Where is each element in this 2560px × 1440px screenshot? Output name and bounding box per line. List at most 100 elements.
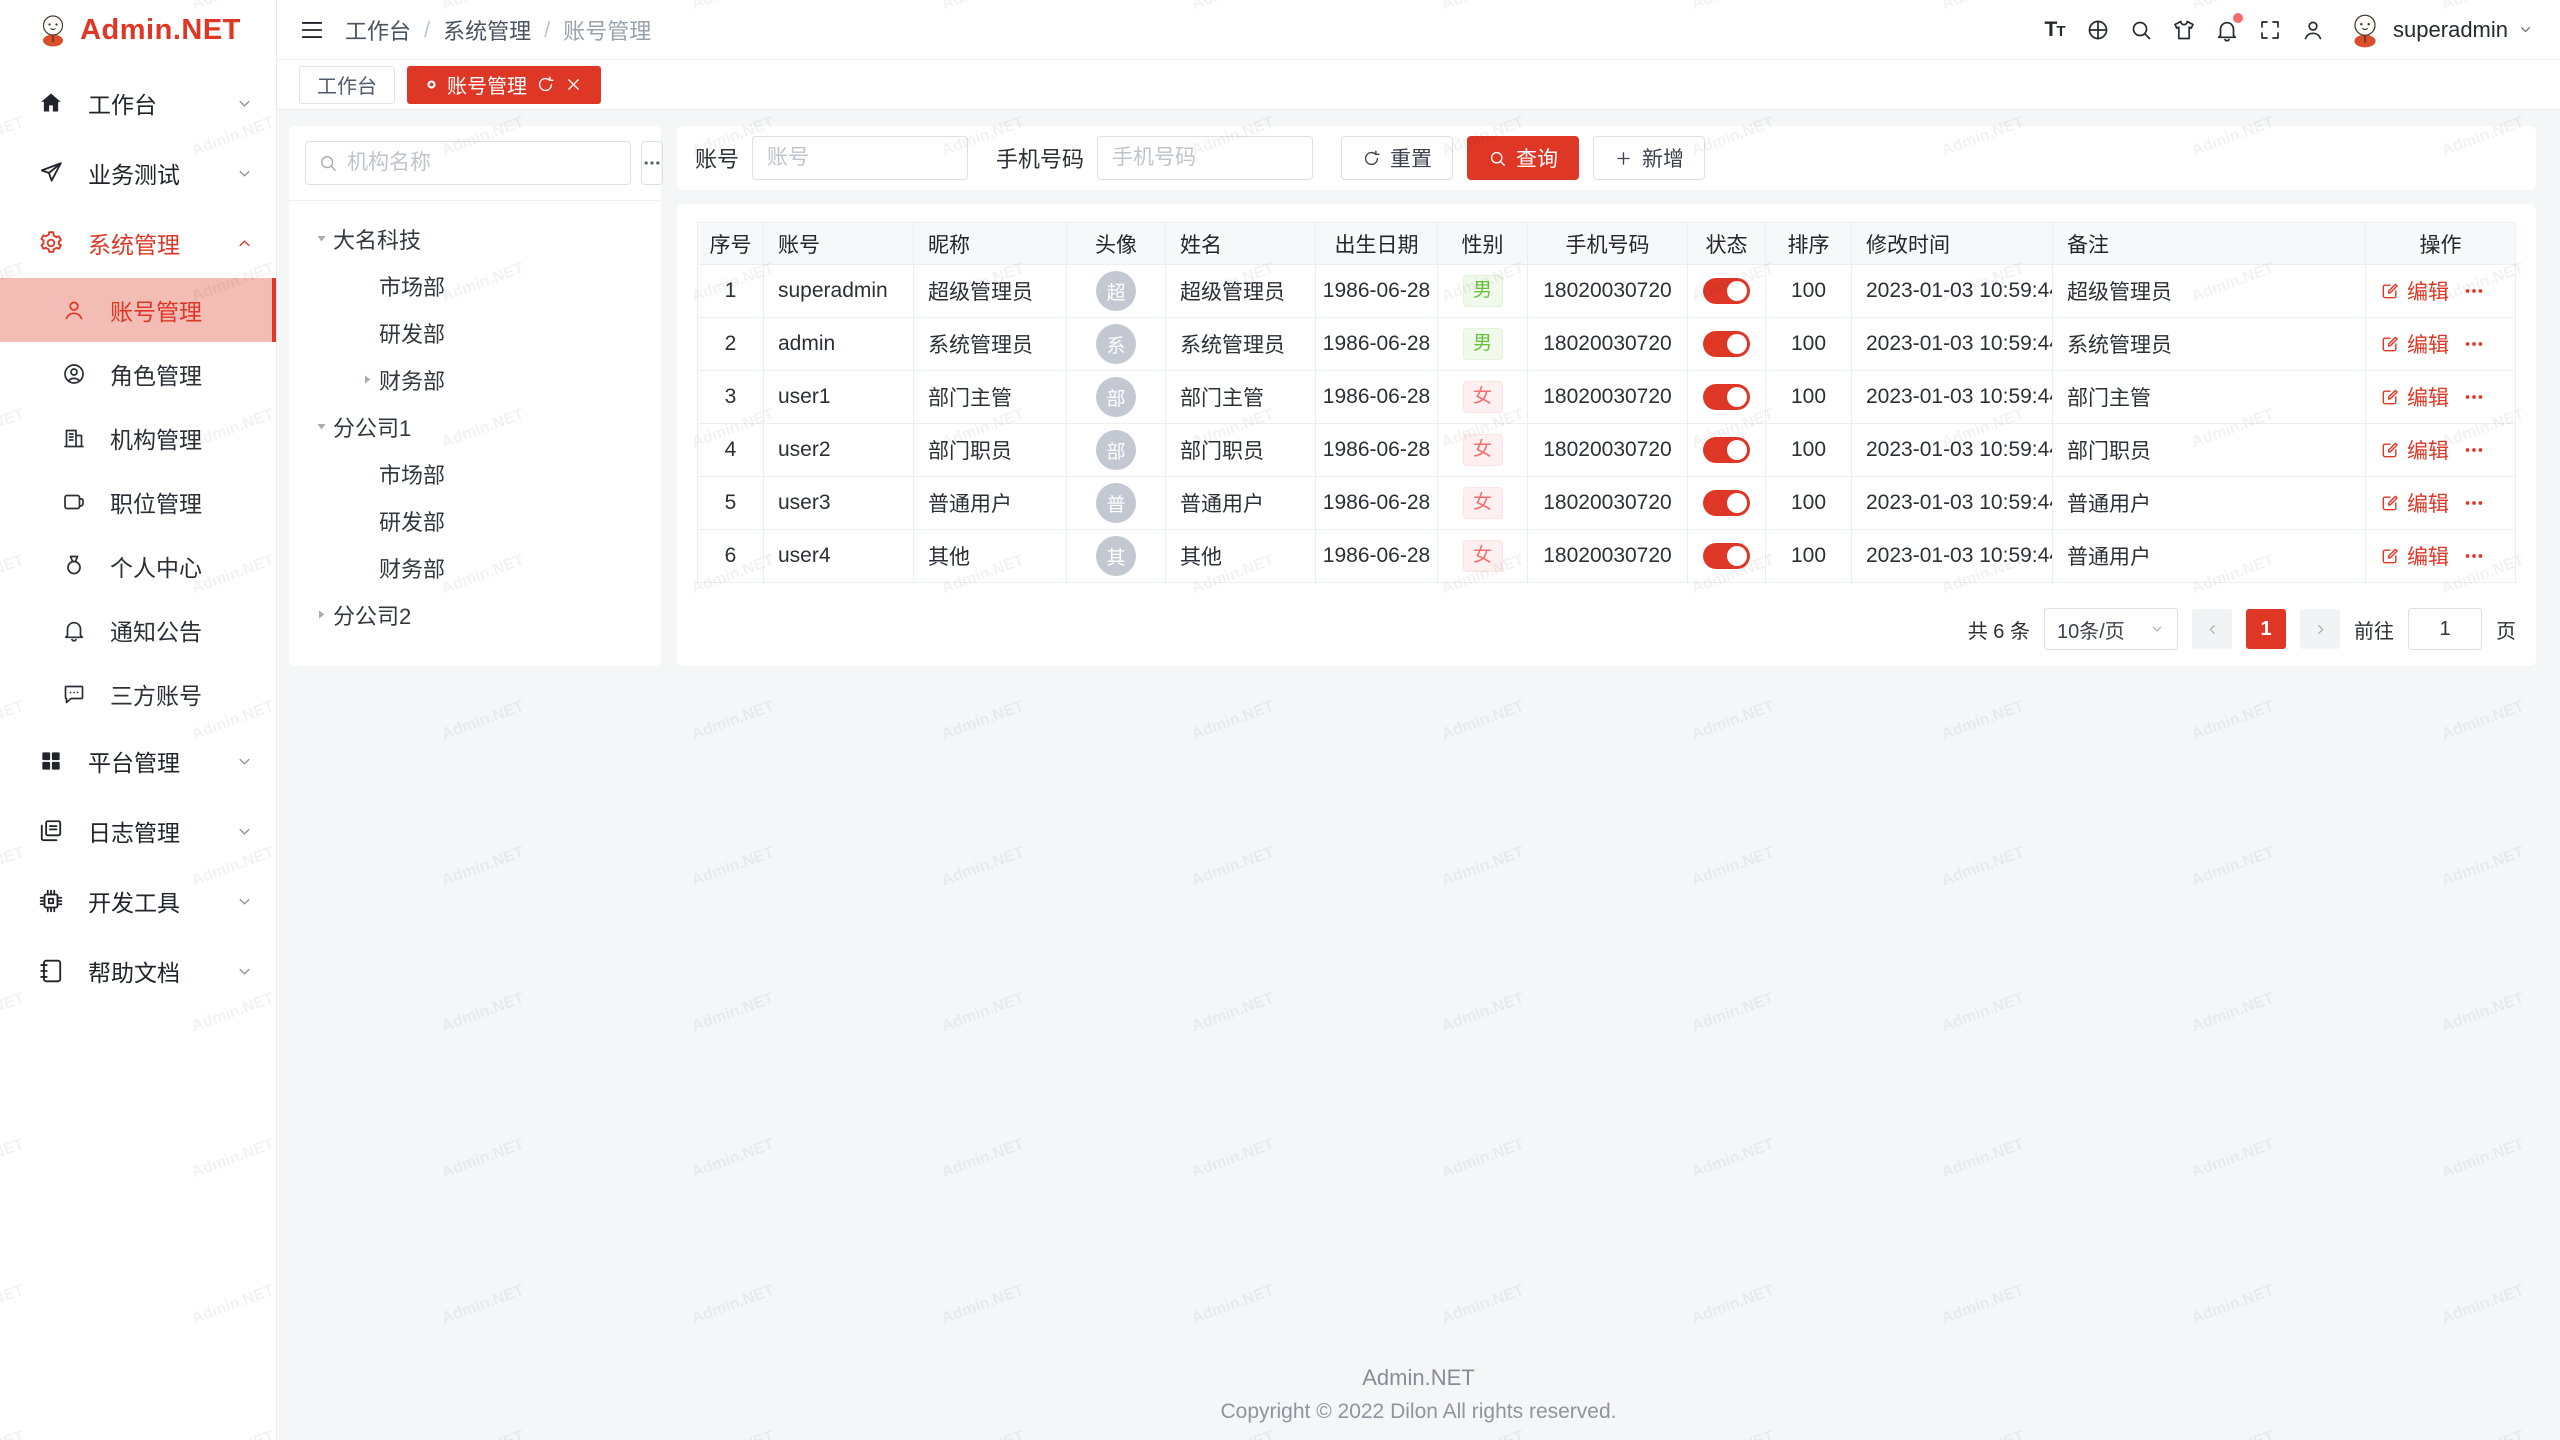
tree-caret-icon — [355, 560, 379, 575]
search-button[interactable]: 查询 — [1467, 136, 1579, 180]
status-toggle[interactable] — [1703, 543, 1750, 569]
row-more-button[interactable] — [2463, 439, 2485, 461]
cell-actions: 编辑 — [2366, 424, 2516, 477]
page-size-select[interactable]: 10条/页 — [2044, 608, 2178, 650]
row-more-button[interactable] — [2463, 545, 2485, 567]
collapse-menu-icon[interactable] — [299, 17, 325, 43]
cell-remark: 普通用户 — [2053, 530, 2366, 583]
goto-page-input[interactable] — [2408, 608, 2482, 650]
submenu-item-6[interactable]: 三方账号 — [0, 662, 276, 726]
breadcrumb-item[interactable]: 系统管理 — [443, 14, 531, 46]
tree-node-label: 财务部 — [379, 552, 445, 584]
cell-avatar: 部 — [1067, 424, 1166, 477]
user-icon — [62, 298, 86, 322]
tree-caret-icon[interactable] — [309, 231, 333, 246]
cell-remark: 部门职员 — [2053, 424, 2366, 477]
theme-icon[interactable] — [2162, 8, 2205, 51]
font-size-icon[interactable]: TT — [2033, 8, 2076, 51]
cell-phone: 18020030720 — [1528, 477, 1688, 530]
row-more-button[interactable] — [2463, 492, 2485, 514]
edit-button[interactable]: 编辑 — [2380, 488, 2449, 518]
cell-sort: 100 — [1766, 265, 1852, 318]
chevron-down-icon — [235, 752, 254, 771]
tree-caret-icon[interactable] — [309, 419, 333, 434]
search-icon[interactable] — [2119, 8, 2162, 51]
profile-icon[interactable] — [2291, 8, 2334, 51]
submenu-item-3[interactable]: 职位管理 — [0, 470, 276, 534]
status-toggle[interactable] — [1703, 331, 1750, 357]
status-toggle[interactable] — [1703, 490, 1750, 516]
edit-button[interactable]: 编辑 — [2380, 382, 2449, 412]
sidebar-item-4[interactable]: 日志管理 — [0, 796, 276, 866]
sidebar-item-1[interactable]: 业务测试 — [0, 138, 276, 208]
cell-birthday: 1986-06-28 — [1316, 530, 1438, 583]
tree-node-5[interactable]: 市场部 — [297, 450, 653, 497]
next-page-button[interactable] — [2300, 609, 2340, 649]
fullscreen-icon[interactable] — [2248, 8, 2291, 51]
tree-node-7[interactable]: 财务部 — [297, 544, 653, 591]
tree-node-1[interactable]: 市场部 — [297, 262, 653, 309]
tree-node-3[interactable]: 财务部 — [297, 356, 653, 403]
reset-button[interactable]: 重置 — [1341, 136, 1453, 180]
submenu: 账号管理角色管理机构管理职位管理个人中心通知公告三方账号 — [0, 278, 276, 726]
account-input[interactable] — [752, 136, 968, 180]
cell-avatar: 系 — [1067, 318, 1166, 371]
cell-account: user4 — [764, 530, 914, 583]
brand-logo[interactable]: Admin.NET — [0, 0, 276, 60]
user-menu[interactable]: superadmin — [2346, 11, 2534, 49]
tab-account-mgmt[interactable]: 账号管理 — [407, 66, 601, 104]
status-toggle[interactable] — [1703, 384, 1750, 410]
sidebar-item-2[interactable]: 系统管理 — [0, 208, 276, 278]
edit-button[interactable]: 编辑 — [2380, 435, 2449, 465]
tree-caret-icon[interactable] — [309, 607, 333, 622]
cell-index: 3 — [698, 371, 764, 424]
column-header-1: 账号 — [764, 223, 914, 265]
language-icon[interactable] — [2076, 8, 2119, 51]
page-1-button[interactable]: 1 — [2246, 609, 2286, 649]
tree-node-2[interactable]: 研发部 — [297, 309, 653, 356]
column-header-0: 序号 — [698, 223, 764, 265]
edit-button[interactable]: 编辑 — [2380, 276, 2449, 306]
cell-gender: 女 — [1438, 424, 1528, 477]
prev-page-button[interactable] — [2192, 609, 2232, 649]
tree-caret-icon[interactable] — [355, 372, 379, 387]
avatar: 超 — [1096, 271, 1136, 311]
row-more-button[interactable] — [2463, 386, 2485, 408]
tree-node-label: 市场部 — [379, 270, 445, 302]
footer-title: Admin.NET — [277, 1365, 2560, 1391]
cell-sort: 100 — [1766, 424, 1852, 477]
phone-input[interactable] — [1097, 136, 1313, 180]
row-more-button[interactable] — [2463, 333, 2485, 355]
sidebar-item-6[interactable]: 帮助文档 — [0, 936, 276, 1006]
cell-status — [1688, 371, 1766, 424]
tree-node-6[interactable]: 研发部 — [297, 497, 653, 544]
submenu-item-2[interactable]: 机构管理 — [0, 406, 276, 470]
submenu-item-1[interactable]: 角色管理 — [0, 342, 276, 406]
submenu-item-0[interactable]: 账号管理 — [0, 278, 276, 342]
cell-phone: 18020030720 — [1528, 371, 1688, 424]
sidebar-item-3[interactable]: 平台管理 — [0, 726, 276, 796]
submenu-item-5[interactable]: 通知公告 — [0, 598, 276, 662]
refresh-icon[interactable] — [536, 75, 555, 94]
more-options-button[interactable] — [641, 141, 663, 185]
edit-button[interactable]: 编辑 — [2380, 541, 2449, 571]
add-button[interactable]: 新增 — [1593, 136, 1705, 180]
close-icon[interactable] — [564, 75, 583, 94]
tree-node-4[interactable]: 分公司1 — [297, 403, 653, 450]
status-toggle[interactable] — [1703, 437, 1750, 463]
tab-workbench[interactable]: 工作台 — [299, 66, 395, 104]
sidebar-item-0[interactable]: 工作台 — [0, 68, 276, 138]
edit-button[interactable]: 编辑 — [2380, 329, 2449, 359]
sidebar-item-5[interactable]: 开发工具 — [0, 866, 276, 936]
tree-node-0[interactable]: 大名科技 — [297, 215, 653, 262]
status-toggle[interactable] — [1703, 278, 1750, 304]
cell-name: 部门主管 — [1166, 371, 1316, 424]
org-search-input[interactable] — [347, 151, 618, 175]
chevron-down-icon — [235, 962, 254, 981]
submenu-item-4[interactable]: 个人中心 — [0, 534, 276, 598]
search-icon — [1488, 149, 1507, 168]
notification-icon[interactable] — [2205, 8, 2248, 51]
row-more-button[interactable] — [2463, 280, 2485, 302]
tree-node-8[interactable]: 分公司2 — [297, 591, 653, 638]
breadcrumb-item[interactable]: 工作台 — [345, 14, 411, 46]
